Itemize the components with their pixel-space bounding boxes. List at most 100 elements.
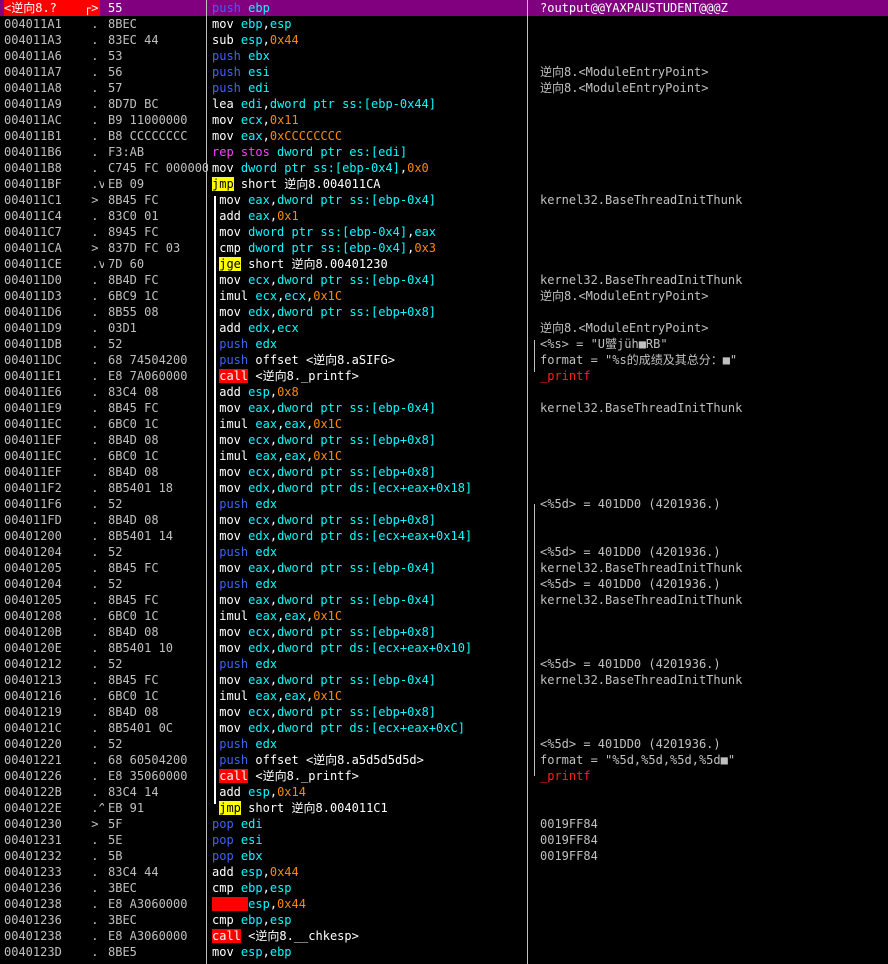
disasm-row[interactable]: 00401220 . 52 push edx <%5d> = 401DD0 (42… [0,736,888,752]
instruction-cell[interactable]: jmp short 逆向8.004011C1 [212,800,524,816]
instruction-cell[interactable]: pop ebx [212,848,524,864]
disasm-row[interactable]: 004011D6 . 8B55 08 mov edx,dword ptr ss:… [0,304,888,320]
instruction-cell[interactable]: push ebx [212,48,524,64]
instruction-cell[interactable]: pop edi [212,816,524,832]
instruction-cell[interactable]: jge short 逆向8.00401230 [212,256,524,272]
instruction-cell[interactable]: call <逆向8._printf> [212,768,524,784]
disasm-row[interactable]: 00401233 . 83C4 44 add esp,0x44 [0,864,888,880]
disasm-row[interactable]: 0040123D . 8BE5 mov esp,ebp [0,944,888,960]
instruction-cell[interactable]: imul eax,eax,0x1C [212,416,524,432]
disasm-row[interactable]: 00401226 . E8 35060000 call <逆向8._printf… [0,768,888,784]
disasm-row[interactable]: 004011D9 . 03D1 add edx,ecx 逆向8.<ModuleEn… [0,320,888,336]
instruction-cell[interactable]: mov eax,dword ptr ss:[ebp-0x4] [212,672,524,688]
disasm-row[interactable]: 0040122E .^ EB 91 jmp short 逆向8.004011C1 [0,800,888,816]
disasm-row[interactable]: 004011DC . 68 74504200 push offset <逆向8.… [0,352,888,368]
disasm-row[interactable]: 00401236 . 3BEC cmp ebp,esp [0,880,888,896]
instruction-cell[interactable]: mov edx,dword ptr ds:[ecx+eax+0x10] [212,640,524,656]
instruction-cell[interactable]: cmp ebp,esp [212,912,524,928]
instruction-cell[interactable]: mov edx,dword ptr ds:[ecx+eax+0x14] [212,528,524,544]
disasm-row[interactable]: 004011A1 . 8BEC mov ebp,esp [0,16,888,32]
disasm-row[interactable]: 004011D3 . 6BC9 1C imul ecx,ecx,0x1C 逆向8.… [0,288,888,304]
instruction-cell[interactable]: mov edx,dword ptr ss:[ebp+0x8] [212,304,524,320]
disasm-row[interactable]: 004011E6 . 83C4 08 add esp,0x8 [0,384,888,400]
disasm-row[interactable]: 004011B8 . C745 FC 00000000mov dword ptr… [0,160,888,176]
disasm-row[interactable]: 004011C4 . 83C0 01 add eax,0x1 [0,208,888,224]
instruction-cell[interactable]: add esp,0x14 [212,784,524,800]
disasm-row[interactable]: <逆向8.? ┌> 55 push ebp ?output@@YAXPAUSTUDEN… [0,0,888,16]
disasm-row[interactable]: 00401231 . 5E pop esi 0019FF84 [0,832,888,848]
disasm-row[interactable]: 0040122B . 83C4 14 add esp,0x14 [0,784,888,800]
disasm-row[interactable]: 00401221 . 68 60504200 push offset <逆向8.… [0,752,888,768]
disasm-row[interactable]: 004011E1 . E8 7A060000 call <逆向8._printf… [0,368,888,384]
disasm-row[interactable]: 004011A8 . 57 push edi 逆向8.<ModuleEntryPoi… [0,80,888,96]
instruction-cell[interactable]: push edx [212,544,524,560]
instruction-cell[interactable]: imul ecx,ecx,0x1C [212,288,524,304]
disasm-row[interactable]: 00401204 . 52 push edx <%5d> = 401DD0 (42… [0,576,888,592]
instruction-cell[interactable]: mov ecx,dword ptr ss:[ebp+0x8] [212,624,524,640]
instruction-cell[interactable]: mov ecx,dword ptr ss:[ebp+0x8] [212,432,524,448]
instruction-cell[interactable]: push edx [212,656,524,672]
instruction-cell[interactable]: push offset <逆向8.aSIFG> [212,352,524,368]
disasm-row[interactable]: 004011F6 . 52 push edx <%5d> = 401DD0 (42… [0,496,888,512]
instruction-cell[interactable]: imul eax,eax,0x1C [212,448,524,464]
instruction-cell[interactable]: rep stos dword ptr es:[edi] [212,144,524,160]
disasm-row[interactable]: 00401238 . E8 A3060000 esp,0x44 [0,896,888,912]
instruction-cell[interactable]: add edx,ecx [212,320,524,336]
disasm-row[interactable]: 00401204 . 52 push edx <%5d> = 401DD0 (42… [0,544,888,560]
disasm-row[interactable]: 004011D0 . 8B4D FC mov ecx,dword ptr ss:… [0,272,888,288]
disasm-row[interactable]: 004011C7 . 8945 FC mov dword ptr ss:[ebp… [0,224,888,240]
disasm-row[interactable]: 00401219 . 8B4D 08 mov ecx,dword ptr ss:… [0,704,888,720]
disasm-row[interactable]: 004011CE .v 7D 60 jge short 逆向8.00401230 [0,256,888,272]
instruction-cell[interactable]: push ebp [212,0,524,16]
disasm-row[interactable]: 004011EF . 8B4D 08 mov ecx,dword ptr ss:… [0,464,888,480]
instruction-cell[interactable]: call <逆向8.__chkesp> [212,928,524,944]
disasm-row[interactable]: 00401208 . 6BC0 1C imul eax,eax,0x1C [0,608,888,624]
instruction-cell[interactable]: imul eax,eax,0x1C [212,688,524,704]
disasm-row[interactable]: 004011A6 . 53 push ebx [0,48,888,64]
disasm-row[interactable]: 004011F2 . 8B5401 18 mov edx,dword ptr d… [0,480,888,496]
disasm-row[interactable]: 0040121C . 8B5401 0C mov edx,dword ptr d… [0,720,888,736]
instruction-cell[interactable]: sub esp,0x44 [212,32,524,48]
disasm-row[interactable]: 00401238 . E8 A3060000 call <逆向8.__chkesp… [0,928,888,944]
disasm-row[interactable]: 004011B1 . B8 CCCCCCCC mov eax,0xCCCCCCCC [0,128,888,144]
disasm-row[interactable]: 004011EF . 8B4D 08 mov ecx,dword ptr ss:… [0,432,888,448]
instruction-cell[interactable]: push edx [212,496,524,512]
instruction-cell[interactable]: mov ecx,dword ptr ss:[ebp+0x8] [212,704,524,720]
instruction-cell[interactable]: mov eax,dword ptr ss:[ebp-0x4] [212,592,524,608]
instruction-cell[interactable]: cmp ebp,esp [212,880,524,896]
instruction-cell[interactable]: push edi [212,80,524,96]
disasm-row[interactable]: 004011A7 . 56 push esi 逆向8.<ModuleEntryPoi… [0,64,888,80]
disasm-row[interactable]: 004011FD . 8B4D 08 mov ecx,dword ptr ss:… [0,512,888,528]
disasm-row[interactable]: 00401236 . 3BEC cmp ebp,esp [0,912,888,928]
disasm-row[interactable]: 00401232 . 5B pop ebx 0019FF84 [0,848,888,864]
disasm-row[interactable]: 00401213 . 8B45 FC mov eax,dword ptr ss:… [0,672,888,688]
instruction-cell[interactable]: push offset <逆向8.a5d5d5d5d> [212,752,524,768]
instruction-cell[interactable]: cmp dword ptr ss:[ebp-0x4],0x3 [212,240,524,256]
disasm-row[interactable]: 0040120E . 8B5401 10 mov edx,dword ptr d… [0,640,888,656]
instruction-cell[interactable]: mov edx,dword ptr ds:[ecx+eax+0xC] [212,720,524,736]
instruction-cell[interactable]: mov edx,dword ptr ds:[ecx+eax+0x18] [212,480,524,496]
instruction-cell[interactable]: push edx [212,736,524,752]
disasm-row[interactable]: 004011E9 . 8B45 FC mov eax,dword ptr ss:… [0,400,888,416]
disasm-row[interactable]: 00401205 . 8B45 FC mov eax,dword ptr ss:… [0,592,888,608]
instruction-cell[interactable]: mov ebp,esp [212,16,524,32]
instruction-cell[interactable]: add eax,0x1 [212,208,524,224]
instruction-cell[interactable]: pop esi [212,832,524,848]
disasm-row[interactable]: 004011A9 . 8D7D BC lea edi,dword ptr ss:[… [0,96,888,112]
instruction-cell[interactable]: mov ecx,0x11 [212,112,524,128]
instruction-cell[interactable]: mov eax,dword ptr ss:[ebp-0x4] [212,560,524,576]
instruction-cell[interactable]: mov dword ptr ss:[ebp-0x4],eax [212,224,524,240]
instruction-cell[interactable]: push esi [212,64,524,80]
disasm-row[interactable]: 00401230 > 5F pop edi 0019FF84 [0,816,888,832]
disasm-row[interactable]: 004011CA > 837D FC 03 cmp dword ptr ss:[… [0,240,888,256]
disasm-row[interactable]: 004011AC . B9 11000000 mov ecx,0x11 [0,112,888,128]
instruction-cell[interactable]: mov ecx,dword ptr ss:[ebp+0x8] [212,464,524,480]
disasm-row[interactable]: 004011BF .v EB 09 jmp short 逆向8.004011CA [0,176,888,192]
disasm-row[interactable]: 004011C1 > 8B45 FC mov eax,dword ptr ss:… [0,192,888,208]
instruction-cell[interactable]: jmp short 逆向8.004011CA [212,176,524,192]
disasm-row[interactable]: 004011B6 . F3:AB rep stos dword ptr es:[e… [0,144,888,160]
instruction-cell[interactable]: imul eax,eax,0x1C [212,608,524,624]
disasm-row[interactable]: 004011EC . 6BC0 1C imul eax,eax,0x1C [0,416,888,432]
instruction-cell[interactable]: add esp,0x8 [212,384,524,400]
instruction-cell[interactable]: mov esp,ebp [212,944,524,960]
